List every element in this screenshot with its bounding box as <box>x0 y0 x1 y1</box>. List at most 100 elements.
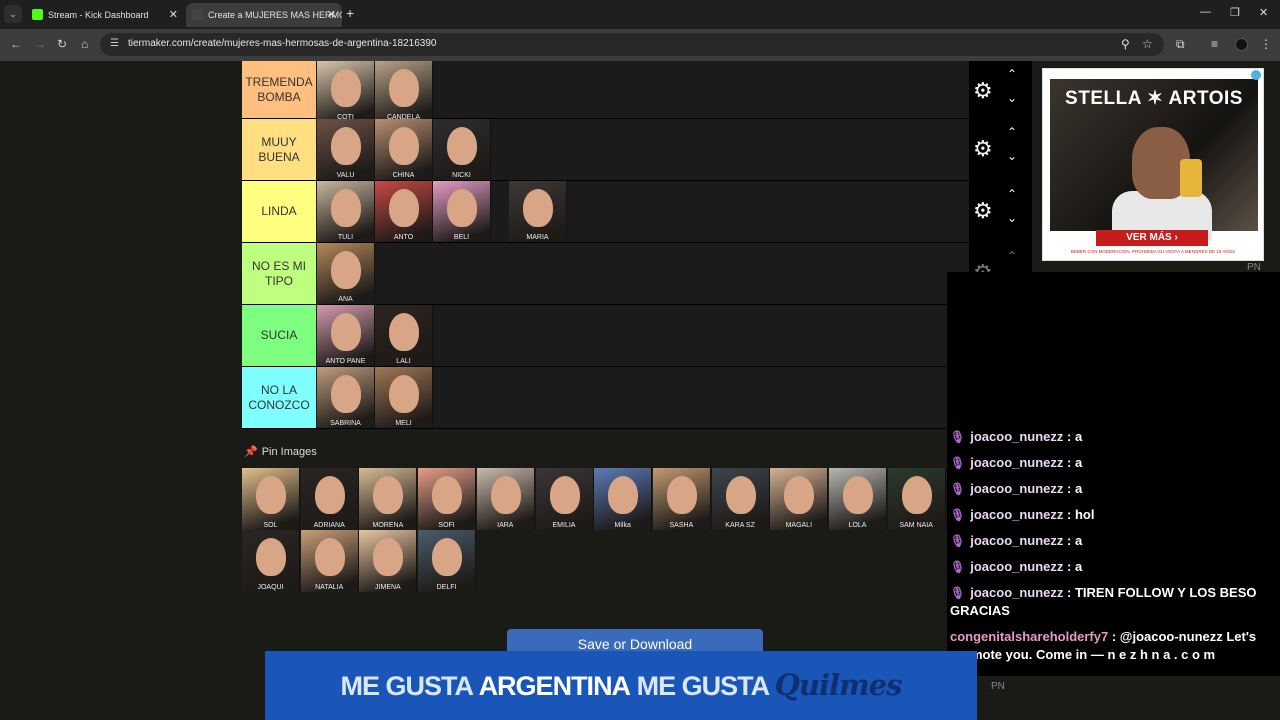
pool-image[interactable]: JOAQUI <box>242 530 300 592</box>
portrait-face <box>608 476 639 514</box>
home-icon[interactable]: ⌂ <box>81 37 88 51</box>
pool-image[interactable]: ADRIANA <box>300 468 359 530</box>
tier-row: TREMENDA BOMBA COTI CANDELA <box>242 61 969 122</box>
tier-image[interactable]: MELI <box>375 367 433 428</box>
chevron-up-icon[interactable]: ⌃ <box>1007 125 1017 139</box>
tab-kick-dashboard[interactable]: Stream - Kick Dashboard ✕ <box>26 3 184 27</box>
pool-image[interactable]: IARA <box>476 468 535 530</box>
tier-image[interactable]: CHINA <box>375 119 433 180</box>
tab-search-button[interactable]: ⌄ <box>4 5 22 23</box>
pool-image[interactable]: SOL <box>242 468 300 530</box>
tier-image[interactable]: CANDELA <box>375 61 433 122</box>
address-bar[interactable]: ☰ tiermaker.com/create/mujeres-mas-hermo… <box>100 33 1164 56</box>
zoom-icon[interactable]: ⚲ <box>1121 37 1130 51</box>
pool-image[interactable]: MAGALI <box>770 468 829 530</box>
gear-icon[interactable]: ⚙ <box>973 78 993 104</box>
tier-image[interactable]: TULI <box>317 181 375 242</box>
portrait-face <box>725 476 756 514</box>
portrait-face <box>447 127 477 165</box>
pool-image[interactable]: SAM NAIA <box>887 468 946 530</box>
tier-label[interactable]: TREMENDA BOMBA <box>242 61 316 118</box>
back-icon[interactable]: ← <box>10 37 22 51</box>
pool-image[interactable]: JIMENA <box>359 530 418 592</box>
tier-label[interactable]: MUUY BUENA <box>242 119 316 180</box>
image-name: MARIA <box>526 234 549 241</box>
microphone-icon: 🎙 <box>950 508 966 522</box>
tier-list: TREMENDA BOMBA COTI CANDELA MUUY BUENA VALU C… <box>242 61 969 429</box>
image-name: BELI <box>453 234 470 241</box>
menu-icon[interactable]: ⋮ <box>1260 37 1272 51</box>
kick-icon <box>32 9 43 20</box>
adchoices-icon[interactable] <box>1251 70 1261 80</box>
site-info-icon[interactable]: ☰ <box>110 38 119 49</box>
tier-control: ⚙ ⌃ ⌄ <box>969 61 1032 123</box>
tier-image[interactable]: NICKI <box>433 119 491 180</box>
tier-image[interactable]: ANA <box>317 243 375 304</box>
pool-image[interactable]: MORENA <box>359 468 418 530</box>
chat-message: 🎙 joacoo_nunezz : a <box>950 480 1278 498</box>
tier-label[interactable]: NO ES MI TIPO <box>242 243 316 304</box>
new-tab-button[interactable]: + <box>346 5 354 21</box>
chat-message: 🎙 joacoo_nunezz : a <box>950 558 1278 576</box>
tier-image[interactable]: SABRINA <box>317 367 375 428</box>
tier-image[interactable]: MARIA <box>509 181 567 242</box>
chevron-up-icon[interactable]: ⌃ <box>1007 67 1017 81</box>
bookmark-star-icon[interactable]: ☆ <box>1142 37 1153 51</box>
tab-tiermaker[interactable]: Create a MUJERES MAS HERMOS ✕ <box>186 3 342 27</box>
image-name: EMILIA <box>552 522 576 529</box>
image-name: ANTO PANE <box>325 358 366 365</box>
beer-glass-icon <box>1180 159 1202 197</box>
quilmes-ad-banner[interactable]: ME GUSTA ARGENTINA ME GUSTA Quilmes <box>265 651 977 720</box>
url-text[interactable]: tiermaker.com/create/mujeres-mas-hermosa… <box>128 38 436 49</box>
chat-username: joacoo_nunezz <box>970 429 1064 444</box>
chevron-down-icon[interactable]: ⌄ <box>1007 211 1017 225</box>
portrait-face <box>331 375 361 413</box>
minimize-button[interactable]: — <box>1200 6 1211 18</box>
chat-message: 🎙 joacoo_nunezz : hol <box>950 506 1278 524</box>
image-name: Milka <box>614 522 631 529</box>
extensions-icon[interactable]: ⧉ <box>1176 37 1185 52</box>
tier-image[interactable]: BELI <box>433 181 491 242</box>
tier-label[interactable]: LINDA <box>242 181 316 242</box>
reload-icon[interactable]: ↻ <box>57 37 67 51</box>
tier-image[interactable]: ANTO PANE <box>317 305 375 366</box>
ad-text: ME GUSTA <box>636 671 769 701</box>
tier-image[interactable]: VALU <box>317 119 375 180</box>
ad-text: ME GUSTA <box>340 671 473 701</box>
forward-icon[interactable]: → <box>34 37 46 51</box>
stella-artois-ad[interactable]: STELLA ✶ ARTOIS VER MÁS › BEBER CON MODE… <box>1042 68 1264 261</box>
chevron-up-icon[interactable]: ⌃ <box>1007 249 1017 263</box>
pool-image[interactable]: KARA SZ <box>711 468 770 530</box>
chevron-down-icon[interactable]: ⌄ <box>1007 149 1017 163</box>
close-icon[interactable]: ✕ <box>327 3 336 27</box>
pool-image[interactable]: DELFI <box>418 530 477 592</box>
tier-label[interactable]: SUCIA <box>242 305 316 366</box>
chevron-up-icon[interactable]: ⌃ <box>1007 187 1017 201</box>
media-controls-icon[interactable]: ≡ <box>1211 37 1218 51</box>
pool-image[interactable]: Milka <box>594 468 653 530</box>
tier-image[interactable]: ANTO <box>375 181 433 242</box>
pool-image[interactable]: LOLA <box>829 468 887 530</box>
tier-row: LINDA TULI ANTO BELI MARIA <box>242 181 969 243</box>
image-name: SOFI <box>438 522 455 529</box>
portrait-face <box>432 538 463 576</box>
chevron-down-icon[interactable]: ⌄ <box>1007 91 1017 105</box>
chat-username: joacoo_nunezz <box>970 507 1064 522</box>
pool-image[interactable]: SASHA <box>652 468 711 530</box>
pool-image[interactable]: SOFI <box>418 468 477 530</box>
pool-image[interactable]: NATALIA <box>300 530 359 592</box>
restore-button[interactable]: ❐ <box>1230 6 1240 19</box>
tier-label[interactable]: NO LA CONOZCO <box>242 367 316 428</box>
portrait-face <box>432 476 463 514</box>
portrait-face <box>373 476 404 514</box>
ad-cta-button[interactable]: VER MÁS › <box>1096 230 1208 246</box>
profile-avatar[interactable] <box>1235 38 1248 51</box>
image-name: SABRINA <box>330 420 361 427</box>
close-window-button[interactable]: ✕ <box>1259 6 1268 19</box>
tier-image[interactable]: LALI <box>375 305 433 366</box>
tier-image[interactable]: COTI <box>317 61 375 122</box>
close-icon[interactable]: ✕ <box>169 3 178 27</box>
gear-icon[interactable]: ⚙ <box>973 198 993 224</box>
pool-image[interactable]: EMILIA <box>535 468 594 530</box>
gear-icon[interactable]: ⚙ <box>973 136 993 162</box>
